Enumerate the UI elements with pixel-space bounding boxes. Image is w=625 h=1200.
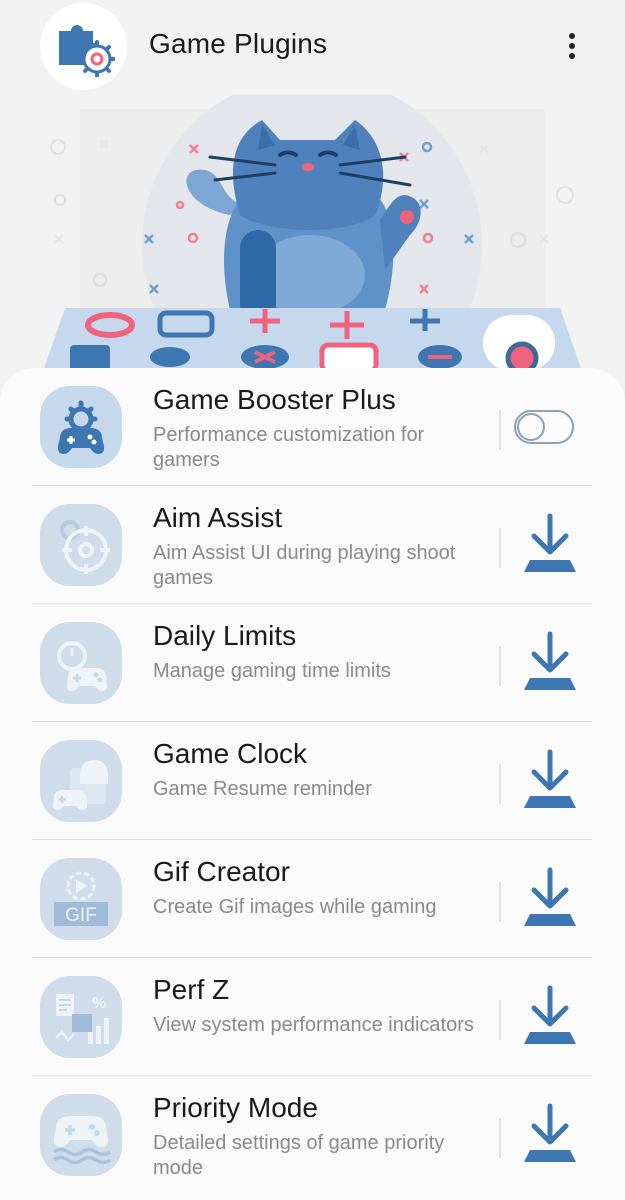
plugin-icon: GIF [40, 858, 122, 940]
gamepad-waves-icon [52, 1116, 112, 1165]
cat-illustration [40, 75, 585, 415]
plugin-name: Priority Mode [153, 1092, 318, 1123]
gif-play-icon: GIF [54, 871, 108, 926]
list-item[interactable]: GIF Gif Creator Create Gif images while … [32, 840, 592, 958]
divider [499, 1118, 501, 1158]
download-icon [524, 513, 576, 572]
download-button[interactable] [520, 984, 580, 1050]
plugin-name: Game Clock [153, 738, 308, 769]
download-icon [524, 1103, 576, 1162]
divider [499, 882, 501, 922]
plugin-name: Daily Limits [153, 620, 297, 651]
list-item[interactable]: Daily Limits Manage gaming time limits [32, 604, 592, 722]
list-item[interactable]: Aim Assist Aim Assist UI during playing … [32, 486, 592, 604]
plugin-description: Performance customization for gamers [153, 424, 425, 471]
gif-icon-label: GIF [65, 905, 97, 926]
plugin-description: Aim Assist UI during playing shoot games [153, 542, 456, 589]
divider [499, 410, 501, 450]
plugin-description: Manage gaming time limits [153, 660, 391, 682]
plugin-icon [40, 386, 122, 468]
plugin-description: Detailed settings of game priority mode [153, 1132, 445, 1179]
timer-gamepad-icon [57, 641, 108, 691]
download-button[interactable] [520, 866, 580, 932]
banner-illustration [0, 75, 625, 415]
crosshair-icon [60, 520, 110, 574]
puzzle-gear-icon [59, 25, 115, 77]
divider [499, 1000, 501, 1040]
plugin-icon [40, 622, 122, 704]
plugin-description: View system performance indicators [153, 1014, 474, 1036]
app-icon [40, 3, 127, 90]
plugin-name: Game Booster Plus [153, 384, 396, 415]
download-icon [524, 867, 576, 926]
download-button[interactable] [520, 630, 580, 696]
list-item[interactable]: Priority Mode Detailed settings of game … [32, 1076, 592, 1194]
divider [499, 646, 501, 686]
plugin-icon [40, 1094, 122, 1176]
download-icon [524, 749, 576, 808]
enable-toggle[interactable] [514, 410, 574, 444]
bell-gamepad-icon [52, 760, 108, 810]
download-icon [524, 985, 576, 1044]
page-title: Game Plugins [149, 28, 328, 59]
divider [499, 528, 501, 568]
more-vertical-icon [569, 33, 575, 39]
list-item[interactable]: Game Clock Game Resume reminder [32, 722, 592, 840]
plugin-list: Game Booster Plus Performance customizat… [0, 368, 625, 1200]
download-icon [524, 631, 576, 690]
plugin-description: Create Gif images while gaming [153, 896, 437, 918]
header: Game Plugins [0, 0, 625, 95]
download-button[interactable] [520, 512, 580, 578]
percent-icon-label: % [92, 995, 106, 1012]
divider [499, 764, 501, 804]
more-options-button[interactable] [557, 26, 587, 66]
plugin-name: Aim Assist [153, 502, 283, 533]
performance-chart-icon: % [55, 994, 109, 1044]
plugin-icon [40, 740, 122, 822]
plugin-name: Perf Z [153, 974, 230, 1005]
download-button[interactable] [520, 748, 580, 814]
gamepad-gear-icon [57, 400, 105, 454]
list-item[interactable]: Game Booster Plus Performance customizat… [32, 368, 592, 486]
plugin-icon: % [40, 976, 122, 1058]
plugin-icon [40, 504, 122, 586]
plugin-name: Gif Creator [153, 856, 290, 887]
list-item[interactable]: % Perf Z View system performance indicat… [32, 958, 592, 1076]
download-button[interactable] [520, 1102, 580, 1168]
plugin-description: Game Resume reminder [153, 778, 372, 800]
